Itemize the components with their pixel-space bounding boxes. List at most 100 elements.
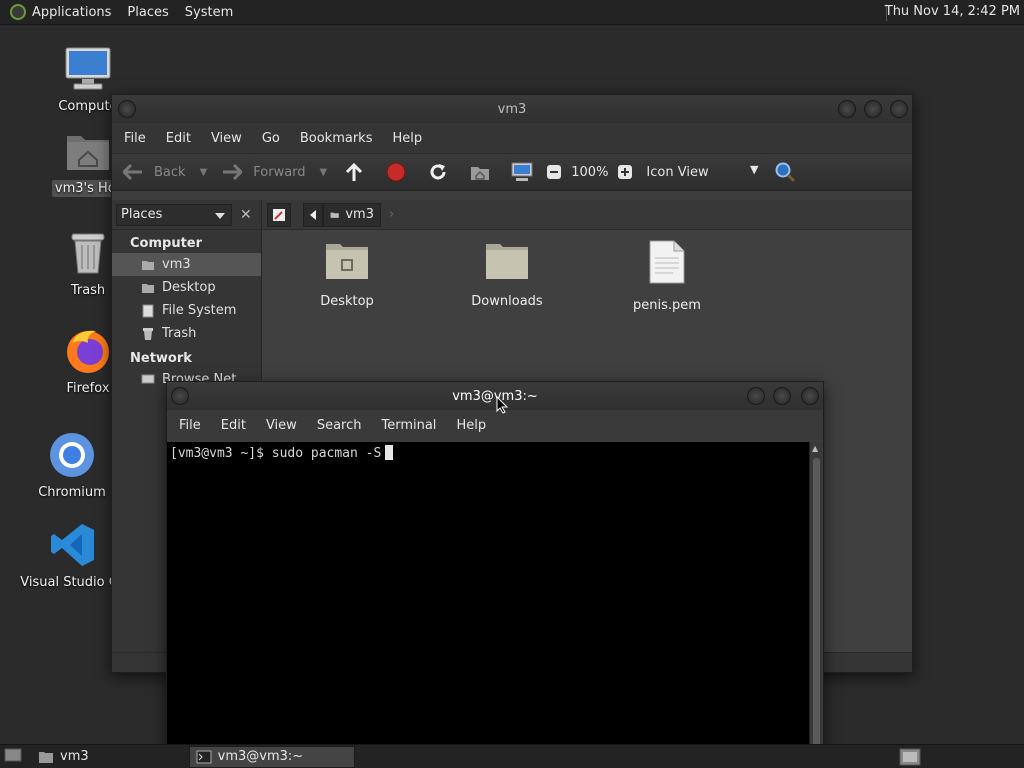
- folder-icon: [485, 240, 529, 284]
- computer-icon[interactable]: [511, 161, 533, 183]
- text-file-icon: [648, 240, 686, 288]
- menu-file[interactable]: File: [124, 131, 146, 146]
- scroll-up-icon[interactable]: ▲: [812, 444, 818, 453]
- toolbar: Back ▼ Forward ▼ 100% Icon View ▼: [112, 153, 912, 191]
- trash-icon: [63, 228, 113, 278]
- taskbar-item-file-manager[interactable]: vm3: [32, 746, 95, 768]
- sidebar-item-desktop[interactable]: Desktop: [112, 276, 261, 299]
- menu-go[interactable]: Go: [262, 131, 280, 146]
- sidebar-item-vm3[interactable]: vm3: [112, 253, 261, 276]
- home-icon[interactable]: [469, 161, 491, 183]
- desktop-folder-icon: [325, 240, 369, 284]
- menu-view[interactable]: View: [211, 131, 242, 146]
- menubar: File Edit View Search Terminal Help: [167, 410, 823, 440]
- network-icon: [140, 372, 156, 388]
- places-header: Places ✕: [112, 200, 261, 230]
- scrollbar[interactable]: ▲: [809, 442, 823, 750]
- menu-system[interactable]: System: [185, 5, 233, 20]
- path-bar: vm3 ›: [262, 200, 912, 230]
- menu-edit[interactable]: Edit: [221, 418, 246, 433]
- mouse-pointer-icon: [496, 396, 508, 414]
- folder-icon: [39, 751, 53, 763]
- window-title: vm3: [497, 101, 527, 117]
- firefox-icon: [63, 326, 113, 376]
- chevron-down-icon: [215, 212, 225, 224]
- view-mode-select[interactable]: Icon View ▼: [646, 162, 760, 180]
- clock[interactable]: Thu Nov 14, 2:42 PM: [885, 4, 1020, 19]
- home-icon: [330, 212, 339, 218]
- menu-terminal[interactable]: Terminal: [381, 418, 436, 433]
- reload-icon[interactable]: [427, 161, 449, 183]
- sidebar-section-network: Network: [130, 351, 192, 366]
- scrollbar-thumb[interactable]: [813, 458, 820, 746]
- menu-view[interactable]: View: [266, 418, 297, 433]
- menu-help[interactable]: Help: [456, 418, 486, 433]
- close-button[interactable]: [890, 100, 908, 118]
- close-icon[interactable]: ✕: [240, 207, 252, 223]
- terminal-screen[interactable]: [vm3@vm3 ~]$ sudo pacman -S: [167, 442, 810, 750]
- distro-logo-icon[interactable]: [10, 4, 26, 20]
- menubar: File Edit View Go Bookmarks Help: [112, 123, 912, 153]
- up-arrow-icon[interactable]: [343, 161, 365, 183]
- desktop-icon-label: Chromium: [38, 485, 106, 500]
- stop-icon[interactable]: [385, 161, 407, 183]
- sidebar-item-trash[interactable]: Trash: [112, 322, 261, 345]
- file-item-pem[interactable]: penis.pem: [612, 240, 722, 313]
- trash-applet-icon[interactable]: [898, 747, 922, 768]
- forward-button[interactable]: Forward: [221, 161, 306, 183]
- chromium-icon: [47, 430, 97, 480]
- taskbar-item-terminal[interactable]: vm3@vm3:~: [188, 745, 355, 768]
- path-back-icon[interactable]: [303, 202, 323, 227]
- close-button[interactable]: [801, 387, 819, 405]
- window-titlebar[interactable]: vm3: [112, 95, 912, 123]
- window-title: vm3@vm3:~: [452, 388, 538, 404]
- menu-help[interactable]: Help: [392, 131, 422, 146]
- edit-path-button[interactable]: [267, 202, 291, 227]
- maximize-button[interactable]: [773, 387, 791, 405]
- window-titlebar[interactable]: vm3@vm3:~: [167, 382, 823, 410]
- path-forward-icon[interactable]: ›: [389, 207, 394, 222]
- home-icon: [140, 257, 156, 273]
- file-item-downloads[interactable]: Downloads: [452, 240, 562, 309]
- top-panel: Applications Places System Thu Nov 14, 2…: [0, 0, 1024, 25]
- chevron-down-icon: ▼: [749, 162, 759, 176]
- minimize-button[interactable]: [838, 100, 856, 118]
- back-history-dropdown-icon[interactable]: ▼: [200, 167, 208, 178]
- forward-arrow-icon: [221, 161, 243, 183]
- terminal-prompt-line: [vm3@vm3 ~]$ sudo pacman -S: [170, 446, 382, 461]
- places-selector[interactable]: Places: [116, 203, 232, 226]
- back-button[interactable]: Back: [122, 161, 186, 183]
- menu-applications[interactable]: Applications: [32, 5, 111, 20]
- maximize-button[interactable]: [864, 100, 882, 118]
- window-menu-button[interactable]: [171, 387, 189, 405]
- search-icon[interactable]: [774, 161, 796, 183]
- menu-file[interactable]: File: [179, 418, 201, 433]
- window-menu-button[interactable]: [118, 100, 136, 118]
- menu-places[interactable]: Places: [127, 5, 168, 20]
- file-item-desktop[interactable]: Desktop: [292, 240, 402, 309]
- minimize-button[interactable]: [747, 387, 765, 405]
- back-arrow-icon: [122, 161, 144, 183]
- show-desktop-icon[interactable]: [4, 747, 22, 767]
- trash-icon: [140, 326, 156, 342]
- desktop-folder-icon: [140, 280, 156, 296]
- desktop-icon-chromium[interactable]: Chromium: [27, 430, 117, 501]
- drive-icon: [140, 303, 156, 319]
- pencil-icon: [273, 208, 285, 221]
- vscode-icon: [48, 520, 98, 570]
- menu-search[interactable]: Search: [317, 418, 362, 433]
- terminal-icon: [196, 750, 212, 763]
- sidebar-item-file-system[interactable]: File System: [112, 299, 261, 322]
- forward-history-dropdown-icon[interactable]: ▼: [320, 167, 328, 178]
- desktop-icon-label: Firefox: [66, 381, 110, 396]
- terminal-window: vm3@vm3:~ File Edit View Search Terminal…: [166, 381, 824, 751]
- zoom-in-icon[interactable]: [614, 161, 636, 183]
- home-folder-icon: [63, 126, 113, 176]
- bottom-panel: vm3 vm3@vm3:~: [0, 744, 1024, 768]
- zoom-level[interactable]: 100%: [571, 165, 608, 180]
- path-segment-vm3[interactable]: vm3: [323, 202, 381, 227]
- computer-icon: [63, 44, 113, 94]
- menu-bookmarks[interactable]: Bookmarks: [300, 131, 373, 146]
- zoom-out-icon[interactable]: [543, 161, 565, 183]
- menu-edit[interactable]: Edit: [166, 131, 191, 146]
